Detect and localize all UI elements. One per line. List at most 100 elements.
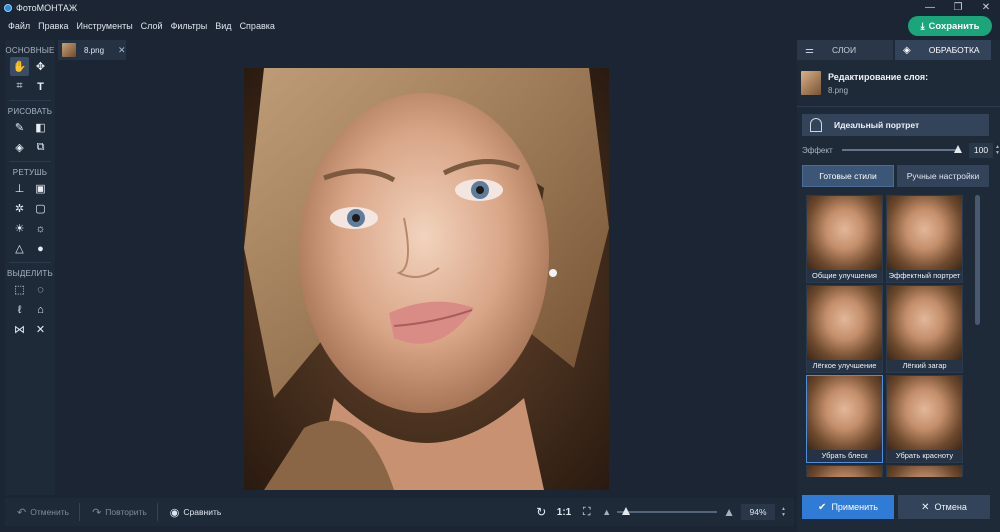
stamp-tool-icon[interactable]: ⊥ xyxy=(10,179,29,198)
fit-screen-icon[interactable]: ⛶ xyxy=(577,503,596,522)
brush-tool-icon[interactable]: ✎ xyxy=(10,118,29,137)
style-thumbnail xyxy=(887,466,962,477)
style-card[interactable]: Лёгкое улучшение xyxy=(806,285,883,373)
compare-button[interactable]: ◉ Сравнить xyxy=(170,506,221,519)
zoom-stepper[interactable]: ▲ ▼ xyxy=(781,506,786,518)
tab-processing[interactable]: ◈ ОБРАБОТКА xyxy=(895,40,991,60)
hand-tool-icon[interactable]: ✋ xyxy=(10,57,29,76)
close-tab-icon[interactable]: ✕ xyxy=(118,45,126,56)
apply-button[interactable]: ✔ Применить xyxy=(802,495,894,519)
eraser-tool-icon[interactable]: ◧ xyxy=(31,118,50,137)
sharpen-tool-icon[interactable]: △ xyxy=(10,239,29,258)
style-thumbnail xyxy=(807,466,882,477)
zoom-slider[interactable] xyxy=(617,507,718,515)
tab-layers[interactable]: ⚌ СЛОИ xyxy=(797,40,893,60)
app-title: ФотоМОНТАЖ xyxy=(16,2,78,13)
menu-edit[interactable]: Правка xyxy=(34,21,72,31)
style-card[interactable] xyxy=(806,465,883,477)
undo-label: Отменить xyxy=(30,507,70,517)
restore-button[interactable]: ❐ xyxy=(944,0,972,15)
download-icon: ⤓ xyxy=(920,20,925,31)
tab-ready-styles[interactable]: Готовые стили xyxy=(802,165,894,187)
section-title-basic: ОСНОВНЫЕ xyxy=(5,46,55,55)
cancel-label: Отмена xyxy=(934,502,967,512)
sliders-icon: ⚌ xyxy=(805,44,814,56)
blur-tool-icon[interactable]: ● xyxy=(31,239,50,258)
title-bar: ФотоМОНТАЖ — ❐ ✕ xyxy=(0,0,1000,15)
style-label: Лёгкое улучшение xyxy=(812,361,877,370)
magic-wand-icon[interactable]: ✕ xyxy=(31,320,50,339)
text-tool-icon[interactable]: T xyxy=(31,77,50,96)
section-title-retouch: РЕТУШЬ xyxy=(12,168,48,177)
magnetic-lasso-icon[interactable]: ⋈ xyxy=(10,320,29,339)
lasso-tool-icon[interactable]: ℓ xyxy=(10,300,29,319)
zoom-value[interactable]: 94% xyxy=(741,504,776,520)
styles-scrollbar[interactable] xyxy=(975,195,980,325)
styles-grid: Общие улучшения Эффектный портрет Лёгкое… xyxy=(802,195,990,477)
shapes-tool-icon[interactable]: ⧉ xyxy=(31,138,50,157)
menu-filters[interactable]: Фильтры xyxy=(167,21,212,31)
style-label: Убрать блеск xyxy=(821,451,868,460)
rect-select-icon[interactable]: ⬚ xyxy=(10,280,29,299)
healing-tool-icon[interactable]: ✲ xyxy=(10,199,29,218)
style-card[interactable] xyxy=(886,465,963,477)
undo-button[interactable]: ↶ Отменить xyxy=(17,506,69,519)
preset-dropdown[interactable]: Идеальный портрет xyxy=(802,114,989,136)
lighten-tool-icon[interactable]: ☀ xyxy=(10,219,29,238)
close-window-button[interactable]: ✕ xyxy=(972,0,1000,15)
rotate-icon[interactable]: ↻ xyxy=(532,503,551,522)
menu-file[interactable]: Файл xyxy=(4,21,34,31)
right-panel: ⚌ СЛОИ ◈ ОБРАБОТКА Редактирование слоя: … xyxy=(797,40,1000,532)
effect-slider-handle[interactable] xyxy=(954,145,962,153)
save-button-label: Сохранить xyxy=(928,20,980,32)
cancel-button[interactable]: ✕ Отмена xyxy=(898,495,990,519)
effect-slider[interactable] xyxy=(842,145,962,153)
close-icon: ✕ xyxy=(921,501,930,513)
portrait-photo[interactable] xyxy=(244,68,609,490)
zoom-slider-handle[interactable] xyxy=(622,507,631,515)
layer-file-name: 8.png xyxy=(828,85,849,95)
style-thumbnail xyxy=(807,286,882,360)
move-tool-icon[interactable]: ✥ xyxy=(31,57,50,76)
style-card[interactable]: Общие улучшения xyxy=(806,195,883,283)
effect-stepper[interactable]: ▲ ▼ xyxy=(995,144,1000,156)
style-card[interactable]: Эффектный портрет xyxy=(886,195,963,283)
style-card-selected[interactable]: Убрать блеск xyxy=(806,375,883,463)
window-controls: — ❐ ✕ xyxy=(916,0,1000,15)
style-card[interactable]: Убрать красноту xyxy=(886,375,963,463)
patch-tool-icon[interactable]: ▣ xyxy=(31,179,50,198)
polygon-lasso-icon[interactable]: ⌂ xyxy=(31,300,50,319)
apply-label: Применить xyxy=(831,502,878,512)
tab-manual-settings[interactable]: Ручные настройки xyxy=(897,165,989,187)
zoom-in-icon[interactable]: ▲ xyxy=(723,505,735,519)
effect-value[interactable]: 100 xyxy=(969,142,993,158)
style-thumbnail xyxy=(807,196,882,270)
menu-help[interactable]: Справка xyxy=(236,21,279,31)
menu-view[interactable]: Вид xyxy=(211,21,235,31)
darken-tool-icon[interactable]: ☼ xyxy=(31,219,50,238)
redo-button[interactable]: ↷ Повторить xyxy=(92,506,147,519)
preset-label: Идеальный портрет xyxy=(834,120,920,130)
frame-tool-icon[interactable]: ▢ xyxy=(31,199,50,218)
actual-size-button[interactable]: 1:1 xyxy=(557,507,571,518)
style-thumbnail xyxy=(807,376,882,450)
style-card[interactable]: Лёгкий загар xyxy=(886,285,963,373)
ellipse-select-icon[interactable]: ◌ xyxy=(31,280,50,299)
style-label: Лёгкий загар xyxy=(902,361,947,370)
zoom-out-icon[interactable]: ▲ xyxy=(602,507,611,517)
menu-layer[interactable]: Слой xyxy=(137,21,167,31)
tab-processing-label: ОБРАБОТКА xyxy=(928,45,980,55)
menu-bar: Файл Правка Инструменты Слой Фильтры Вид… xyxy=(0,16,279,36)
style-thumbnail xyxy=(887,286,962,360)
style-label: Убрать красноту xyxy=(895,451,954,460)
eye-icon: ◉ xyxy=(169,506,180,519)
bottom-toolbar: ↶ Отменить ↷ Повторить ◉ Сравнить ↻ 1:1 … xyxy=(5,498,794,526)
minimize-button[interactable]: — xyxy=(916,0,944,15)
crop-tool-icon[interactable]: ⌗ xyxy=(10,77,29,96)
fill-tool-icon[interactable]: ◈ xyxy=(10,138,29,157)
portrait-icon xyxy=(810,118,822,132)
menu-tools[interactable]: Инструменты xyxy=(73,21,137,31)
section-title-select: ВЫДЕЛИТЬ xyxy=(7,269,53,278)
document-tab[interactable]: 8.png ✕ xyxy=(58,40,126,60)
save-button[interactable]: ⤓ Сохранить xyxy=(908,16,992,36)
